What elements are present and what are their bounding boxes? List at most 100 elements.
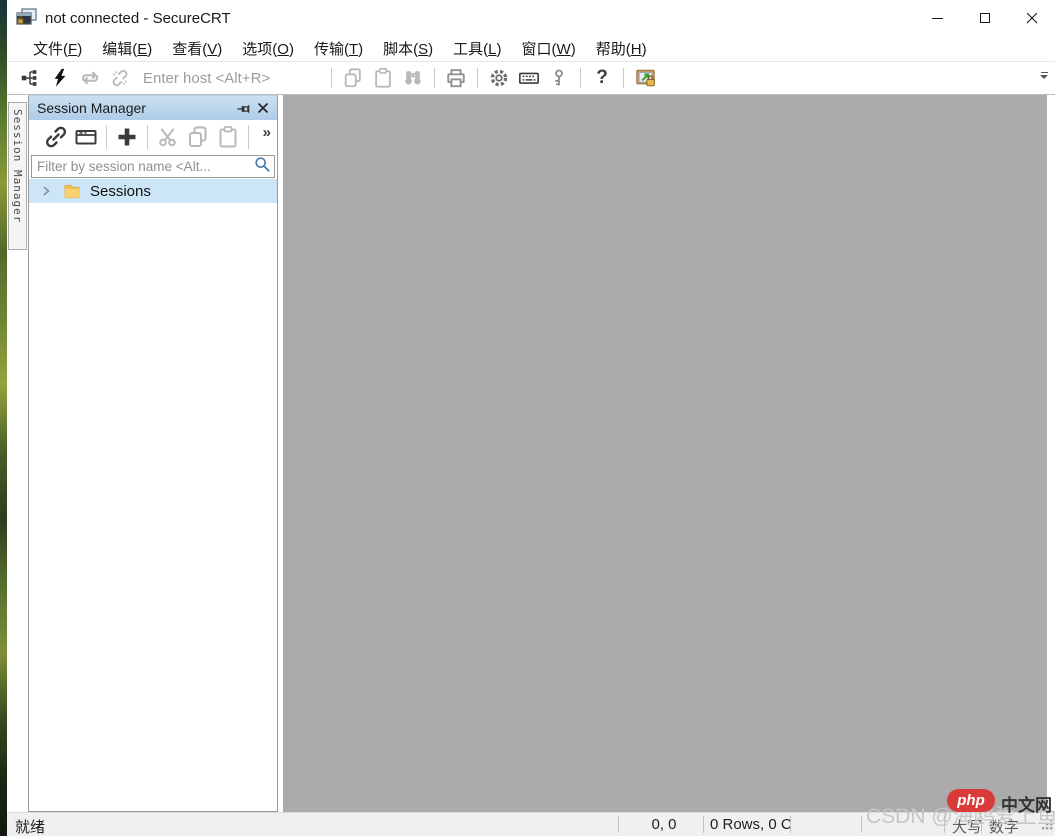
reconnect-button[interactable] xyxy=(77,65,103,91)
close-button[interactable] xyxy=(1008,0,1055,36)
plus-icon xyxy=(118,128,136,146)
question-mark-icon: ? xyxy=(596,67,608,88)
session-manager-panel: Session Manager » Filter by session name… xyxy=(28,95,278,812)
connect-in-tab-button[interactable] xyxy=(72,123,100,151)
session-manager-icon xyxy=(21,70,37,86)
menu-options[interactable]: 选项(O) xyxy=(232,36,304,61)
menu-help[interactable]: 帮助(H) xyxy=(586,36,657,61)
menu-edit[interactable]: 编辑(E) xyxy=(92,36,162,61)
session-filter-box xyxy=(31,155,275,178)
toolbar-separator xyxy=(477,68,478,88)
broken-link-icon xyxy=(112,69,128,87)
statusbar-separator xyxy=(861,816,862,833)
find-button[interactable] xyxy=(400,65,426,91)
app-icon xyxy=(15,8,37,28)
resize-grip[interactable] xyxy=(1041,818,1054,835)
copy-session-button[interactable] xyxy=(184,123,212,151)
status-ready: 就绪 xyxy=(15,819,46,836)
tree-label-sessions: Sessions xyxy=(90,182,151,200)
maximize-button[interactable] xyxy=(961,0,1008,36)
minimize-button[interactable] xyxy=(914,0,961,36)
paste-clipboard-icon xyxy=(219,126,237,148)
options-button[interactable] xyxy=(486,65,512,91)
toolbar-separator xyxy=(623,68,624,88)
close-panel-button[interactable] xyxy=(253,98,273,118)
print-button[interactable] xyxy=(443,65,469,91)
session-tree: Sessions xyxy=(29,178,277,811)
menu-window[interactable]: 窗口(W) xyxy=(512,36,586,61)
chevron-right-icon[interactable] xyxy=(39,184,53,198)
content-area: Session Manager Session Manager » Filter… xyxy=(7,95,1055,812)
close-icon xyxy=(1026,12,1037,24)
statusbar-separator xyxy=(703,816,704,833)
disconnect-button[interactable] xyxy=(107,65,133,91)
key-icon xyxy=(555,69,563,86)
maximize-icon xyxy=(979,13,990,23)
statusbar-separator xyxy=(981,816,982,833)
key-generator-button[interactable] xyxy=(546,65,572,91)
panel-toolbar-separator xyxy=(248,125,249,149)
session-options-icon xyxy=(635,69,655,87)
cut-session-button[interactable] xyxy=(154,123,182,151)
panel-title: Session Manager xyxy=(37,100,146,116)
copy-icon xyxy=(344,68,361,88)
tab-window-icon xyxy=(75,130,97,145)
toolbar-separator xyxy=(331,68,332,88)
statusbar-separator xyxy=(618,816,619,833)
tree-row-sessions[interactable]: Sessions xyxy=(29,179,277,203)
session-manager-header: Session Manager xyxy=(29,96,277,120)
menu-view[interactable]: 查看(V) xyxy=(162,36,232,61)
toolbar-separator xyxy=(580,68,581,88)
statusbar-separator xyxy=(944,816,945,833)
printer-icon xyxy=(447,69,465,88)
host-input[interactable] xyxy=(143,66,321,90)
session-manager-toggle-button[interactable] xyxy=(17,65,43,91)
session-filter-input[interactable] xyxy=(32,159,253,174)
menubar: 文件(F) 编辑(E) 查看(V) 选项(O) 传输(T) 脚本(S) 工具(L… xyxy=(7,36,1055,62)
statusbar: 就绪 0, 0 0 Rows, 0 Col 大写 数字 xyxy=(7,812,1055,836)
session-options-button[interactable] xyxy=(632,65,658,91)
desktop-background-sliver xyxy=(0,0,7,836)
statusbar-separator xyxy=(790,816,791,833)
panel-toolbar-overflow-button[interactable]: » xyxy=(263,124,271,141)
dropdown-arrow-icon xyxy=(1040,75,1048,79)
menu-transfer[interactable]: 传输(T) xyxy=(304,36,373,61)
toolbar-overflow-button[interactable] xyxy=(1039,72,1049,79)
dock-tab-strip: Session Manager xyxy=(7,95,28,812)
panel-toolbar-separator xyxy=(106,125,107,149)
window-controls xyxy=(914,0,1055,36)
menu-tools[interactable]: 工具(L) xyxy=(443,36,511,61)
copy-icon xyxy=(189,126,207,147)
app-window: not connected - SecureCRT 文件(F) 编辑(E) 查看… xyxy=(7,0,1055,836)
terminal-area[interactable] xyxy=(283,95,1047,812)
new-session-button[interactable] xyxy=(113,123,141,151)
minimize-icon xyxy=(932,17,943,19)
paste-clipboard-icon xyxy=(375,68,391,88)
main-toolbar: ? xyxy=(7,62,1055,95)
keymap-editor-button[interactable] xyxy=(516,65,542,91)
reconnect-loop-icon xyxy=(82,71,98,85)
paste-session-button[interactable] xyxy=(214,123,242,151)
paste-button[interactable] xyxy=(370,65,396,91)
connect-session-button[interactable] xyxy=(42,123,70,151)
quick-connect-button[interactable] xyxy=(47,65,73,91)
status-rows-cols: 0 Rows, 0 Col xyxy=(710,816,790,833)
status-num-indicator: 数字 xyxy=(989,819,1020,836)
lightning-icon xyxy=(54,68,66,87)
panel-toolbar-separator xyxy=(147,125,148,149)
window-title: not connected - SecureCRT xyxy=(45,9,231,27)
gear-icon xyxy=(490,69,508,87)
menu-script[interactable]: 脚本(S) xyxy=(373,36,443,61)
scissors-icon xyxy=(159,128,176,147)
status-cursor-position: 0, 0 xyxy=(651,816,677,833)
folder-icon xyxy=(63,183,80,199)
overflow-bar xyxy=(1040,72,1048,73)
copy-button[interactable] xyxy=(340,65,366,91)
session-manager-vertical-tab[interactable]: Session Manager xyxy=(8,102,27,250)
menu-file[interactable]: 文件(F) xyxy=(23,36,92,61)
pin-panel-button[interactable] xyxy=(233,98,253,118)
magnifier-icon xyxy=(253,155,271,178)
securecrt-window: not connected - SecureCRT 文件(F) 编辑(E) 查看… xyxy=(0,0,1055,836)
toolbar-separator xyxy=(434,68,435,88)
help-button[interactable]: ? xyxy=(589,65,615,91)
